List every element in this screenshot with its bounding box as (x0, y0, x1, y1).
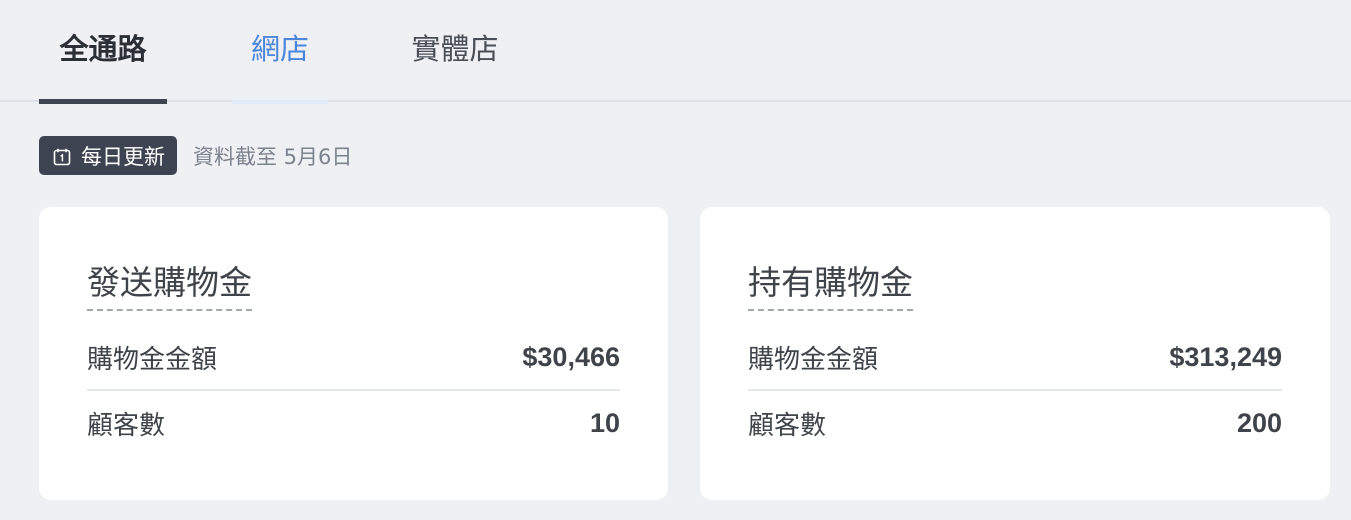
data-as-of-text: 資料截至 5月6日 (193, 144, 353, 169)
tab-label: 實體店 (411, 32, 499, 66)
update-info: 每日更新 資料截至 5月6日 (39, 136, 352, 175)
calendar-icon (53, 147, 71, 165)
channel-tabs: 全通路 網店 實體店 (0, 0, 1351, 104)
card-title[interactable]: 持有購物金 (748, 261, 913, 311)
metric-label: 顧客數 (748, 410, 827, 441)
card-title[interactable]: 發送購物金 (87, 261, 252, 311)
metric-row-customers: 顧客數 10 (87, 391, 620, 455)
badge-label: 每日更新 (81, 144, 165, 169)
metric-row-amount: 購物金金額 $30,466 (87, 325, 620, 391)
issued-credit-card: 發送購物金 購物金金額 $30,466 顧客數 10 (39, 207, 668, 500)
active-tab-indicator (39, 99, 167, 104)
hover-tab-indicator (232, 100, 328, 104)
tab-indicator (400, 99, 510, 104)
tab-physical-store[interactable]: 實體店 (400, 0, 510, 102)
metric-value: $30,466 (522, 341, 620, 372)
metric-value: $313,249 (1169, 341, 1282, 372)
metric-row-amount: 購物金金額 $313,249 (748, 325, 1282, 391)
metric-value: 200 (1236, 407, 1282, 438)
metric-label: 購物金金額 (87, 344, 218, 375)
metric-label: 顧客數 (87, 410, 166, 441)
tab-online-store[interactable]: 網店 (232, 0, 328, 104)
metric-value: 10 (589, 407, 620, 438)
tab-label: 網店 (250, 32, 309, 66)
metric-row-customers: 顧客數 200 (748, 391, 1282, 455)
tab-label: 全通路 (59, 32, 147, 66)
metric-label: 購物金金額 (748, 344, 879, 375)
held-credit-card: 持有購物金 購物金金額 $313,249 顧客數 200 (700, 207, 1330, 500)
daily-update-badge: 每日更新 (39, 136, 177, 175)
tab-all-channels[interactable]: 全通路 (39, 0, 167, 104)
